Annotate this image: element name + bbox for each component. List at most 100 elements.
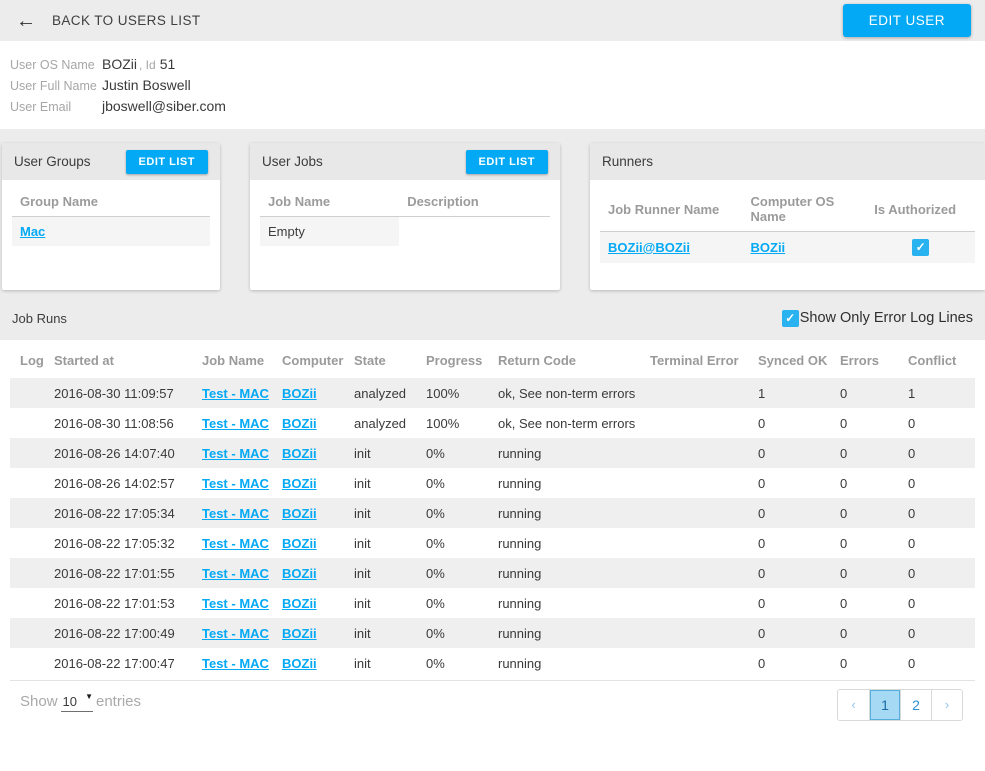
user-groups-edit-list-button[interactable]: EDIT LIST (126, 150, 208, 174)
job-name-link[interactable]: Test - MAC (202, 416, 269, 431)
started-at-cell: 2016-08-22 17:01:55 (48, 558, 196, 588)
conflict-cell: 0 (902, 468, 975, 498)
job-name-link[interactable]: Test - MAC (202, 536, 269, 551)
job-name-link[interactable]: Test - MAC (202, 596, 269, 611)
computer-link[interactable]: BOZii (282, 596, 317, 611)
job-runs-title: Job Runs (12, 311, 67, 326)
user-jobs-edit-list-button[interactable]: EDIT LIST (466, 150, 548, 174)
computer-link[interactable]: BOZii (282, 416, 317, 431)
is-authorized-checkbox[interactable]: ✓ (912, 239, 929, 256)
user-job-row: Empty (260, 217, 550, 247)
computer-link[interactable]: BOZii (282, 386, 317, 401)
computer-link[interactable]: BOZii (282, 626, 317, 641)
computer-link[interactable]: BOZii (282, 566, 317, 581)
job-name-link[interactable]: Test - MAC (202, 446, 269, 461)
pagination-page-2-button[interactable]: 2 (900, 690, 931, 720)
job-name-link[interactable]: Test - MAC (202, 476, 269, 491)
log-cell (10, 378, 48, 408)
terminal-error-cell (644, 648, 752, 678)
user-email-row: User Email jboswell@siber.com (10, 96, 975, 117)
user-email-label: User Email (10, 97, 102, 117)
log-cell (10, 438, 48, 468)
job-name-link[interactable]: Test - MAC (202, 386, 269, 401)
computer-link[interactable]: BOZii (282, 476, 317, 491)
user-jobs-title: User Jobs (262, 154, 323, 169)
log-cell (10, 618, 48, 648)
state-cell: init (348, 558, 420, 588)
return-code-cell: running (492, 438, 644, 468)
started-at-cell: 2016-08-30 11:08:56 (48, 408, 196, 438)
job-name-column-header: Job Name (196, 340, 276, 378)
log-cell (10, 648, 48, 678)
job-name-link[interactable]: Test - MAC (202, 566, 269, 581)
progress-cell: 0% (420, 618, 492, 648)
conflict-cell: 0 (902, 438, 975, 468)
user-id-value: 51 (160, 54, 176, 74)
job-run-row: 2016-08-22 17:01:53 Test - MAC BOZii ini… (10, 588, 975, 618)
job-run-row: 2016-08-22 17:00:49 Test - MAC BOZii ini… (10, 618, 975, 648)
job-runs-tbody: 2016-08-30 11:09:57 Test - MAC BOZii ana… (10, 378, 975, 678)
progress-cell: 0% (420, 588, 492, 618)
errors-cell: 0 (834, 588, 902, 618)
user-groups-header: User Groups EDIT LIST (2, 143, 220, 180)
errors-cell: 0 (834, 648, 902, 678)
user-os-name-value: BOZii (102, 54, 137, 74)
group-name-link[interactable]: Mac (20, 224, 45, 239)
progress-cell: 0% (420, 648, 492, 678)
synced-ok-cell: 0 (752, 438, 834, 468)
job-description-cell (399, 217, 550, 247)
pagination-page-1-button[interactable]: 1 (869, 690, 900, 720)
back-to-users-link[interactable]: BACK TO USERS LIST (52, 13, 201, 28)
user-groups-card: User Groups EDIT LIST Group Name Mac (2, 143, 220, 290)
user-groups-title: User Groups (14, 154, 91, 169)
job-name-link[interactable]: Test - MAC (202, 506, 269, 521)
progress-cell: 0% (420, 438, 492, 468)
errors-cell: 0 (834, 618, 902, 648)
errors-cell: 0 (834, 378, 902, 408)
user-full-name-row: User Full Name Justin Boswell (10, 75, 975, 96)
conflict-cell: 0 (902, 408, 975, 438)
started-at-column-header: Started at (48, 340, 196, 378)
terminal-error-cell (644, 588, 752, 618)
user-os-name-row: User OS Name BOZii , Id 51 (10, 54, 975, 75)
job-name-cell: Empty (260, 217, 399, 247)
pagination-next-button[interactable]: › (931, 690, 962, 720)
state-cell: init (348, 528, 420, 558)
errors-cell: 0 (834, 528, 902, 558)
progress-cell: 100% (420, 408, 492, 438)
computer-link[interactable]: BOZii (282, 656, 317, 671)
user-jobs-card: User Jobs EDIT LIST Job Name Description… (250, 143, 560, 290)
dropdown-caret-icon: ▼ (85, 692, 93, 701)
started-at-cell: 2016-08-22 17:05:32 (48, 528, 196, 558)
conflict-cell: 0 (902, 588, 975, 618)
return-code-cell: ok, See non-term errors (492, 378, 644, 408)
log-cell (10, 558, 48, 588)
started-at-cell: 2016-08-22 17:01:53 (48, 588, 196, 618)
entries-select[interactable]: 10▼ (61, 694, 93, 712)
state-column-header: State (348, 340, 420, 378)
computer-link[interactable]: BOZii (282, 536, 317, 551)
runner-computer-link[interactable]: BOZii (751, 240, 786, 255)
edit-user-button[interactable]: EDIT USER (843, 4, 971, 37)
job-runs-table: Log Started at Job Name Computer State P… (10, 340, 975, 678)
state-cell: analyzed (348, 408, 420, 438)
job-runner-name-link[interactable]: BOZii@BOZii (608, 240, 690, 255)
return-code-cell: running (492, 528, 644, 558)
started-at-cell: 2016-08-26 14:07:40 (48, 438, 196, 468)
synced-ok-cell: 1 (752, 378, 834, 408)
synced-ok-cell: 0 (752, 408, 834, 438)
started-at-cell: 2016-08-22 17:05:34 (48, 498, 196, 528)
job-name-link[interactable]: Test - MAC (202, 626, 269, 641)
show-only-error-log-lines-checkbox[interactable]: ✓ (782, 310, 799, 327)
progress-column-header: Progress (420, 340, 492, 378)
synced-ok-cell: 0 (752, 588, 834, 618)
computer-link[interactable]: BOZii (282, 506, 317, 521)
job-run-row: 2016-08-22 17:05:32 Test - MAC BOZii ini… (10, 528, 975, 558)
user-info-section: User OS Name BOZii , Id 51 User Full Nam… (0, 41, 985, 129)
job-name-link[interactable]: Test - MAC (202, 656, 269, 671)
computer-link[interactable]: BOZii (282, 446, 317, 461)
pagination-prev-button[interactable]: ‹ (838, 690, 869, 720)
job-run-row: 2016-08-26 14:07:40 Test - MAC BOZii ini… (10, 438, 975, 468)
errors-cell: 0 (834, 498, 902, 528)
back-arrow-icon[interactable]: ← (16, 11, 36, 31)
